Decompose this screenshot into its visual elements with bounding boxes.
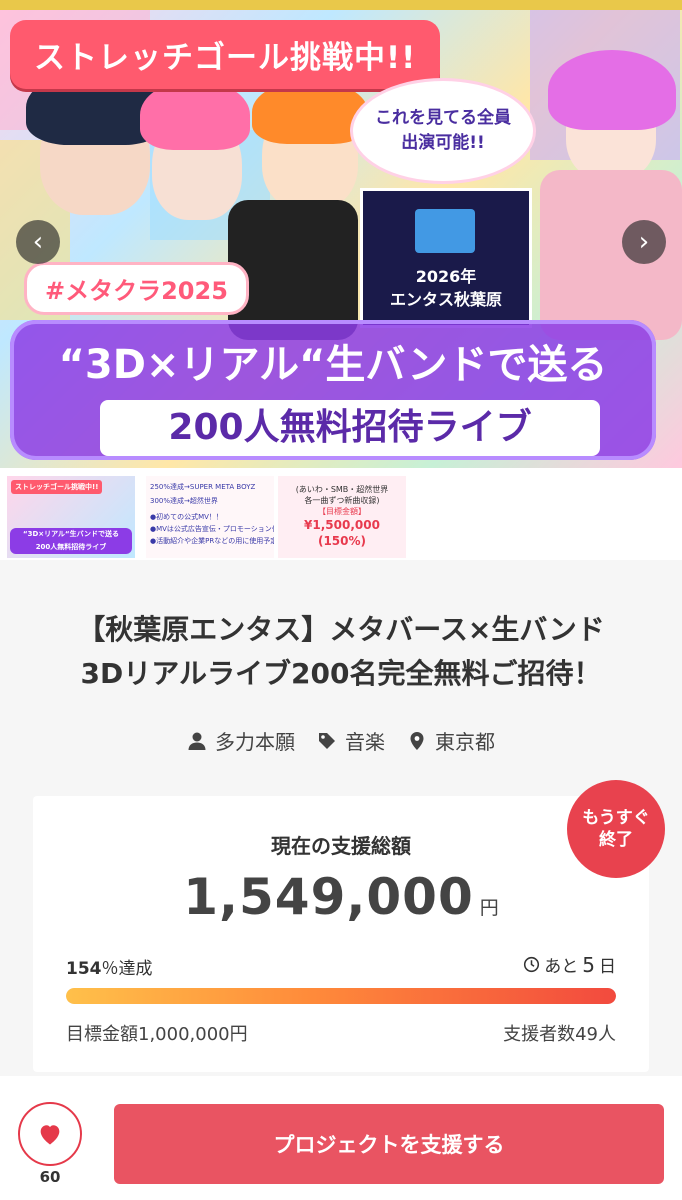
project-meta: 多力本願 音楽 東京都 — [0, 726, 682, 755]
amount-value: 1,549,000 — [183, 868, 474, 926]
thumb3-line: (あいわ・SMB・超然世界 — [295, 485, 389, 494]
bottom-action-bar: 60 プロジェクトを支援する — [0, 1076, 682, 1200]
location-link[interactable]: 東京都 — [407, 726, 495, 755]
thumbnail-2[interactable]: 250%達成→SUPER META BOYZ 300%達成→超然世界 ●初めての… — [146, 476, 274, 558]
thumbnail-3[interactable]: (あいわ・SMB・超然世界 各一曲ずつ新曲収録) 【目標金額】 ¥1,500,0… — [278, 476, 406, 558]
project-title-line1: 【秋葉原エンタス】メタバース×生バンド — [77, 613, 605, 646]
funding-label: 現在の支援総額 — [271, 834, 411, 858]
thumb3-line: 【目標金額】 — [318, 507, 366, 516]
thumbnail-strip: ストレッチゴール挑戦中!! “3D×リアル“生バンドで送る 200人無料招待ライ… — [0, 468, 682, 560]
progress-bar-fill — [66, 988, 616, 1004]
remaining-unit: 日 — [599, 957, 616, 977]
bubble-line2: 出演可能!! — [401, 133, 485, 153]
chevron-left-icon: ‹ — [32, 227, 44, 257]
carousel-prev-button[interactable]: ‹ — [16, 220, 60, 264]
character-hair — [140, 80, 250, 150]
thumb1-banner-line1: “3D×リアル“生バンドで送る — [22, 530, 120, 538]
character-hair — [548, 50, 676, 130]
project-title: 【秋葉原エンタス】メタバース×生バンド 3Dリアルライブ200名完全無料ご招待！ — [0, 608, 682, 696]
thumbnail-1[interactable]: ストレッチゴール挑戦中!! “3D×リアル“生バンドで送る 200人無料招待ライ… — [7, 476, 135, 558]
favorite-button[interactable] — [18, 1102, 82, 1166]
stage-screen — [415, 209, 475, 253]
stage-label-line2: エンタス秋葉原 — [389, 290, 502, 310]
speech-bubble: これを見てる全員 出演可能!! — [350, 78, 536, 184]
thumb2-line: 300%達成→超然世界 — [150, 497, 218, 505]
owner-link[interactable]: 多力本願 — [187, 726, 295, 755]
carousel-next-button[interactable]: › — [622, 220, 666, 264]
time-remaining: あと 5 日 — [523, 952, 616, 977]
thumb2-line: ●初めての公式MV！！ — [150, 513, 223, 521]
thumb1-sticker: ストレッチゴール挑戦中!! — [11, 480, 103, 494]
category-name: 音楽 — [345, 730, 385, 754]
bubble-line1: これを見てる全員 — [375, 107, 511, 128]
person-icon — [188, 732, 206, 750]
achievement-percent: 154 — [66, 959, 102, 979]
thumb1-banner-line2: 200人無料招待ライブ — [35, 543, 107, 551]
thumb3-percent: (150%) — [317, 534, 367, 548]
hero-image[interactable]: ストレッチゴール挑戦中!! これを見てる全員 出演可能!! 2026年 エンタス… — [0, 0, 682, 468]
character-suit — [228, 200, 358, 340]
chevron-right-icon: › — [638, 227, 650, 257]
thumb2-line: ●活動紹介や企業PRなどの用に使用予定 — [150, 537, 274, 545]
stretch-goal-sticker: ストレッチゴール挑戦中!! — [10, 20, 441, 89]
location-pin-icon — [410, 731, 424, 750]
stage-label-line1: 2026年 — [415, 267, 477, 286]
badge-line1: もうすぐ — [582, 808, 650, 828]
backer-count: 支援者数49人 — [503, 1024, 616, 1045]
achievement-suffix: ％達成 — [101, 959, 153, 979]
progress-bar — [66, 988, 616, 1004]
support-project-button[interactable]: プロジェクトを支援する — [114, 1104, 664, 1184]
heart-icon — [40, 1125, 60, 1145]
owner-name: 多力本願 — [215, 730, 295, 754]
category-link[interactable]: 音楽 — [317, 726, 385, 755]
tag-icon — [319, 732, 335, 749]
ending-soon-badge: もうすぐ 終了 — [567, 780, 665, 878]
thumb3-price: ¥1,500,000 — [304, 518, 380, 532]
remaining-days: 5 — [582, 952, 595, 977]
banner-line1: “3D×リアル“生バンドで送る — [58, 342, 608, 388]
location-name: 東京都 — [435, 730, 495, 754]
remaining-prefix: あと — [544, 957, 579, 977]
stage-label: 2026年 エンタス秋葉原 — [363, 265, 529, 311]
stage-photo: 2026年 エンタス秋葉原 — [360, 188, 532, 328]
clock-icon — [524, 956, 540, 973]
goal-amount: 目標金額1,000,000円 — [66, 1024, 248, 1045]
badge-line2: 終了 — [599, 830, 633, 850]
favorite-count: 60 — [39, 1168, 61, 1186]
banner-line2: 200人無料招待ライブ — [100, 400, 600, 456]
thumb2-line: 250%達成→SUPER META BOYZ — [150, 483, 256, 491]
thumb3-line: 各一曲ずつ新曲収録) — [304, 496, 380, 505]
thumb2-line: ●MVは公式広告宣伝・プロモーション付き — [150, 525, 274, 533]
funding-card: 現在の支援総額 1,549,000 円 154％達成 あと 5 日 目標金額1,000… — [33, 796, 649, 1072]
thumb1-banner: “3D×リアル“生バンドで送る 200人無料招待ライブ — [10, 528, 132, 554]
achievement-rate: 154％達成 — [66, 954, 153, 979]
top-strip — [0, 0, 682, 10]
hero-banner: “3D×リアル“生バンドで送る 200人無料招待ライブ — [10, 320, 656, 460]
funding-amount: 1,549,000 円 — [33, 868, 649, 926]
project-title-line2: 3Dリアルライブ200名完全無料ご招待！ — [80, 657, 602, 690]
hashtag-pill: #メタクラ2025 — [24, 262, 249, 315]
amount-currency: 円 — [479, 897, 499, 919]
